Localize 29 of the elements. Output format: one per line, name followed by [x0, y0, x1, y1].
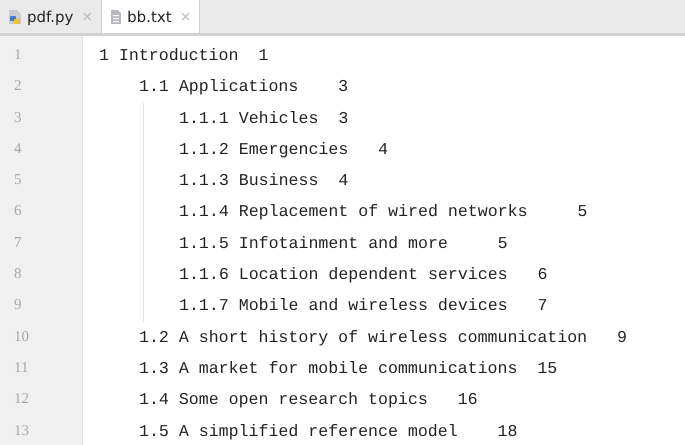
line-number: 2 — [13, 77, 22, 96]
line-number: 5 — [13, 171, 22, 190]
code-line: 1.1 Applications 3 — [139, 77, 348, 96]
code-line: 1.2 A short history of wireless communication 9 — [139, 328, 627, 347]
code-line: 1.1.5 Infotainment and more 5 — [179, 234, 508, 253]
file-tab[interactable]: bb.txt × — [102, 0, 200, 33]
line-number: 7 — [13, 234, 22, 253]
code-line: 1.1.2 Emergencies 4 — [179, 140, 388, 159]
code-line: 1.1.3 Business 4 — [179, 171, 348, 190]
code-line: 1.1.4 Replacement of wired networks 5 — [179, 202, 588, 222]
line-number: 9 — [13, 296, 22, 316]
line-number: 4 — [13, 140, 22, 159]
code-line: 1.4 Some open research topics 16 — [139, 390, 478, 410]
code-line: 1.1.6 Location dependent services 6 — [179, 265, 548, 284]
line-number: 13 — [13, 422, 30, 441]
line-number: 12 — [13, 390, 30, 410]
line-number: 8 — [13, 265, 22, 284]
line-number: 10 — [13, 328, 30, 347]
code-line: 1.5 A simplified reference model 18 — [139, 422, 518, 441]
line-number: 3 — [13, 108, 22, 128]
line-number: 6 — [13, 202, 22, 222]
line-number: 11 — [13, 358, 30, 378]
python-file-icon — [8, 8, 22, 24]
code-line: 1 Introduction 1 — [99, 46, 268, 65]
line-number: 1 — [13, 46, 22, 65]
code-line: 1.1.7 Mobile and wireless devices 7 — [179, 296, 548, 316]
code-line: 1.1.1 Vehicles 3 — [179, 108, 348, 128]
code-line: 1.3 A market for mobile communications 15 — [139, 358, 558, 378]
text-file-icon — [110, 8, 122, 24]
